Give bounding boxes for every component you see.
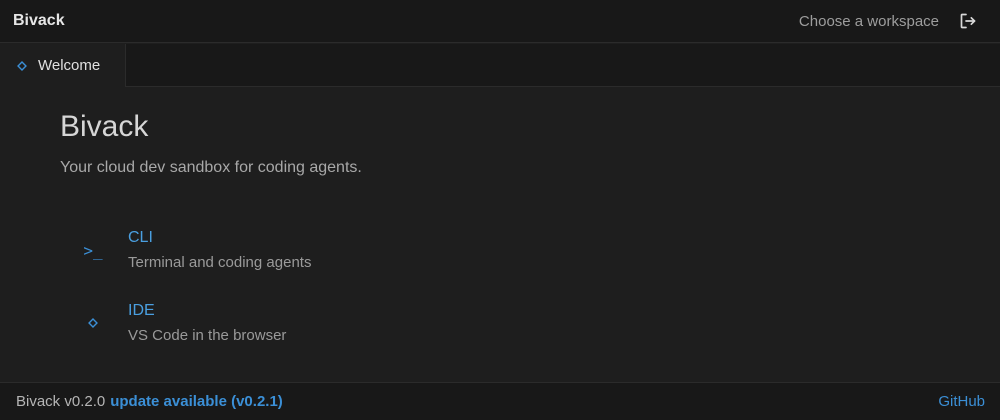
version-label: Bivack v0.2.0 — [16, 393, 106, 410]
sign-out-button[interactable] — [958, 11, 978, 31]
terminal-prompt-glyph: >_ — [83, 240, 103, 260]
launch-cli[interactable]: >_ CLI Terminal and coding agents — [70, 226, 370, 276]
diamond-icon — [16, 60, 28, 72]
update-available-link[interactable]: update available (v0.2.1) — [110, 393, 283, 410]
launch-ide[interactable]: IDE VS Code in the browser — [70, 299, 370, 349]
tab-welcome-label: Welcome — [38, 57, 101, 74]
github-link[interactable]: GitHub — [938, 393, 985, 410]
launch-cli-title: CLI — [128, 229, 153, 246]
choose-workspace-button[interactable]: Choose a workspace — [799, 13, 939, 30]
page-subtitle: Your cloud dev sandbox for coding agents… — [60, 159, 362, 176]
launch-ide-description: VS Code in the browser — [128, 327, 287, 344]
welcome-page: Bivack Your cloud dev sandbox for coding… — [0, 87, 1000, 382]
launch-ide-title: IDE — [128, 302, 155, 319]
sign-out-icon — [960, 13, 976, 29]
tab-bar: Welcome — [0, 44, 1000, 87]
tab-welcome[interactable]: Welcome — [0, 44, 126, 87]
app-name: Bivack — [13, 12, 65, 29]
title-bar: Bivack Choose a workspace — [0, 0, 1000, 43]
launch-cli-description: Terminal and coding agents — [128, 254, 312, 271]
terminal-prompt-icon: >_ — [78, 240, 108, 260]
status-bar: Bivack v0.2.0 update available (v0.2.1) … — [0, 382, 1000, 420]
diamond-icon — [78, 313, 108, 333]
page-title: Bivack — [60, 110, 149, 143]
